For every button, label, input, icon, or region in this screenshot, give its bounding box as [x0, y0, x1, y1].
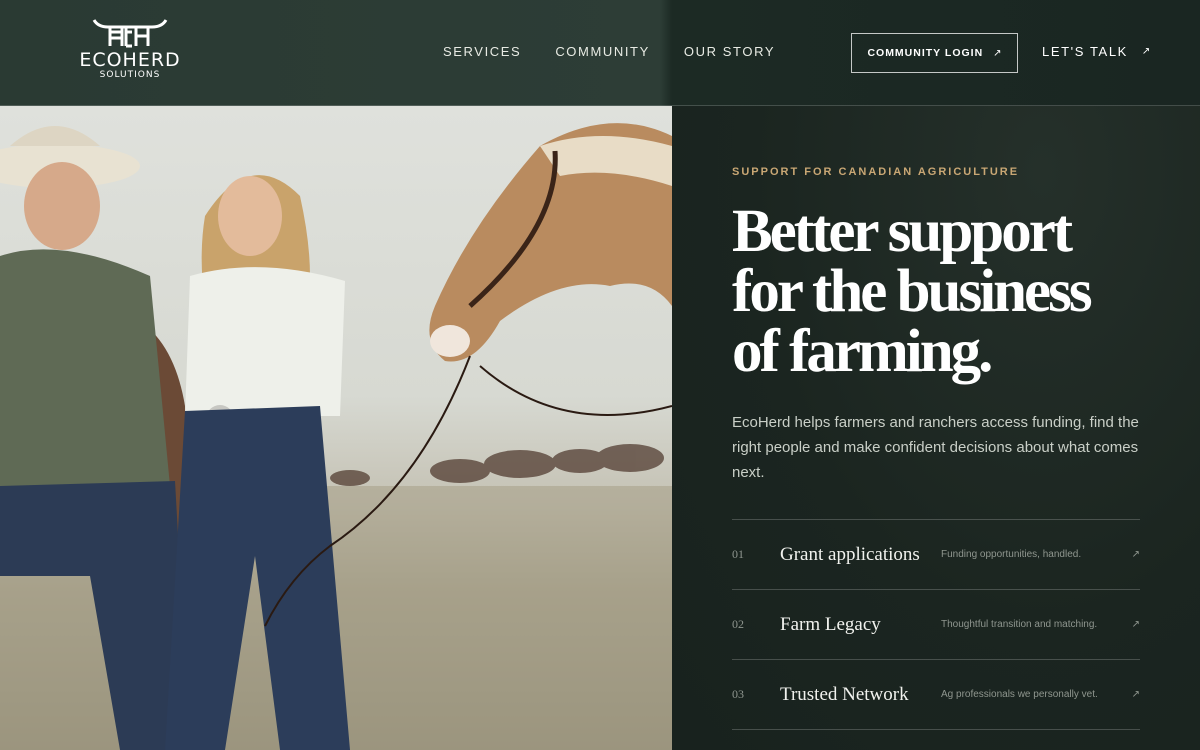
- headline-line: for the business: [732, 258, 1093, 325]
- brand-tagline: SOLUTIONS: [99, 70, 161, 80]
- site-header: ECOHERD SOLUTIONS SERVICES COMMUNITY OUR…: [0, 0, 1200, 106]
- service-number: 01: [732, 547, 744, 561]
- nav-community[interactable]: COMMUNITY: [555, 44, 650, 60]
- service-title: Farm Legacy: [780, 613, 881, 635]
- headline-line: Better support: [732, 198, 1073, 265]
- hero-photo: [0, 106, 672, 750]
- service-description: Thoughtful transition and matching.: [941, 619, 1098, 630]
- horns-monogram-icon: [92, 19, 168, 48]
- couple-with-horse-illustration: [0, 123, 672, 750]
- arrow-up-right-icon: ↗: [1131, 549, 1140, 560]
- headline-line: of farming.: [732, 318, 993, 385]
- brand-name: ECOHERD: [79, 49, 181, 71]
- service-number: 03: [732, 687, 744, 701]
- service-description: Funding opportunities, handled.: [941, 549, 1082, 560]
- service-row-trusted-network[interactable]: 03 Trusted Network Ag professionals we p…: [732, 660, 1140, 730]
- hero-headline: Better support for the business of farmi…: [732, 198, 1172, 385]
- hero-panel: SUPPORT FOR CANADIAN AGRICULTURE Better …: [672, 106, 1200, 750]
- arrow-up-right-icon: ↗: [1141, 46, 1151, 57]
- community-login-label: COMMUNITY LOGIN: [867, 47, 984, 59]
- arrow-up-right-icon: ↗: [1131, 619, 1140, 630]
- lets-talk-link[interactable]: LET'S TALK ↗: [1042, 44, 1150, 59]
- main-nav: SERVICES COMMUNITY OUR STORY: [443, 44, 775, 60]
- service-description: Ag professionals we personally vet.: [941, 689, 1098, 700]
- lets-talk-label: LET'S TALK: [1042, 44, 1128, 59]
- service-title: Grant applications: [780, 543, 920, 565]
- nav-our-story[interactable]: OUR STORY: [684, 44, 775, 60]
- community-login-button[interactable]: COMMUNITY LOGIN ↗: [851, 33, 1018, 73]
- nav-services[interactable]: SERVICES: [443, 44, 521, 60]
- service-title: Trusted Network: [780, 683, 909, 705]
- service-number: 02: [732, 617, 744, 631]
- hero-eyebrow: SUPPORT FOR CANADIAN AGRICULTURE: [732, 166, 1020, 178]
- brand-logo[interactable]: ECOHERD SOLUTIONS: [66, 18, 194, 90]
- service-row-grant-applications[interactable]: 01 Grant applications Funding opportunit…: [732, 520, 1140, 590]
- arrow-up-right-icon: ↗: [1131, 689, 1140, 700]
- services-list: 01 Grant applications Funding opportunit…: [732, 519, 1140, 730]
- hero-intro: EcoHerd helps farmers and ranchers acces…: [732, 414, 1139, 481]
- arrow-up-right-icon: ↗: [993, 47, 1002, 59]
- service-row-farm-legacy[interactable]: 02 Farm Legacy Thoughtful transition and…: [732, 590, 1140, 660]
